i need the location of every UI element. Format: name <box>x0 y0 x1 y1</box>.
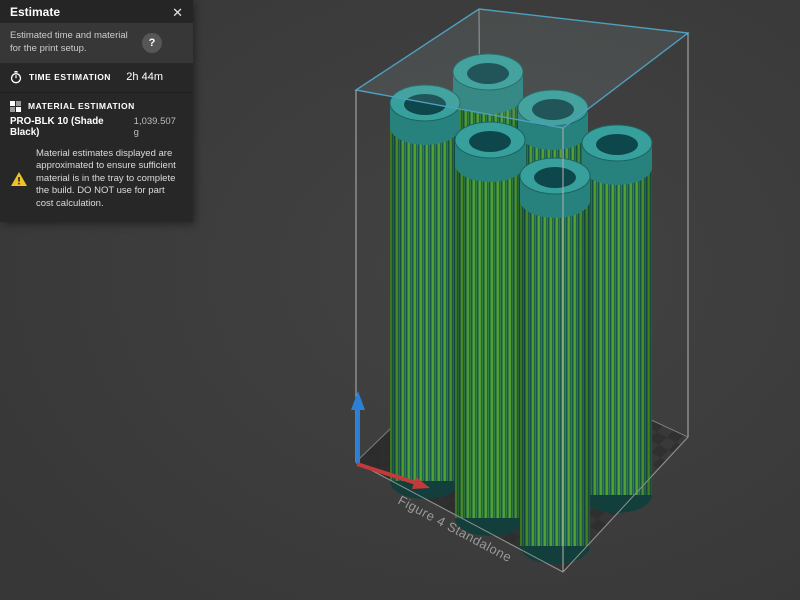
time-estimation-row: TIME ESTIMATION 2h 44m <box>0 63 193 93</box>
material-warning-text: Material estimates displayed are approxi… <box>36 148 183 211</box>
cylinder[interactable] <box>582 125 652 513</box>
time-estimation-value: 2h 44m <box>126 71 163 83</box>
panel-description: Estimated time and material for the prin… <box>10 30 132 56</box>
estimate-panel: Estimate ✕ Estimated time and material f… <box>0 0 193 222</box>
cylinder[interactable] <box>520 158 590 564</box>
material-estimation-row: MATERIAL ESTIMATION <box>0 93 193 116</box>
cylinder[interactable] <box>455 122 525 536</box>
material-detail-row: PRO-BLK 10 (Shade Black) 1,039.507 g <box>0 116 193 146</box>
material-amount: 1,039.507 g <box>134 116 183 138</box>
close-icon[interactable]: ✕ <box>172 6 183 19</box>
material-name: PRO-BLK 10 (Shade Black) <box>10 116 134 138</box>
warning-icon <box>10 171 28 187</box>
panel-description-row: Estimated time and material for the prin… <box>0 23 193 63</box>
time-estimation-label: TIME ESTIMATION <box>29 72 111 82</box>
stopwatch-icon <box>10 71 22 84</box>
cylinder[interactable] <box>390 85 460 499</box>
material-estimation-label: MATERIAL ESTIMATION <box>28 101 135 111</box>
help-icon[interactable]: ? <box>142 33 162 53</box>
panel-header: Estimate ✕ <box>0 0 193 23</box>
material-grid-icon <box>10 101 21 112</box>
material-warning-row: Material estimates displayed are approxi… <box>0 146 193 223</box>
panel-title: Estimate <box>10 5 60 19</box>
